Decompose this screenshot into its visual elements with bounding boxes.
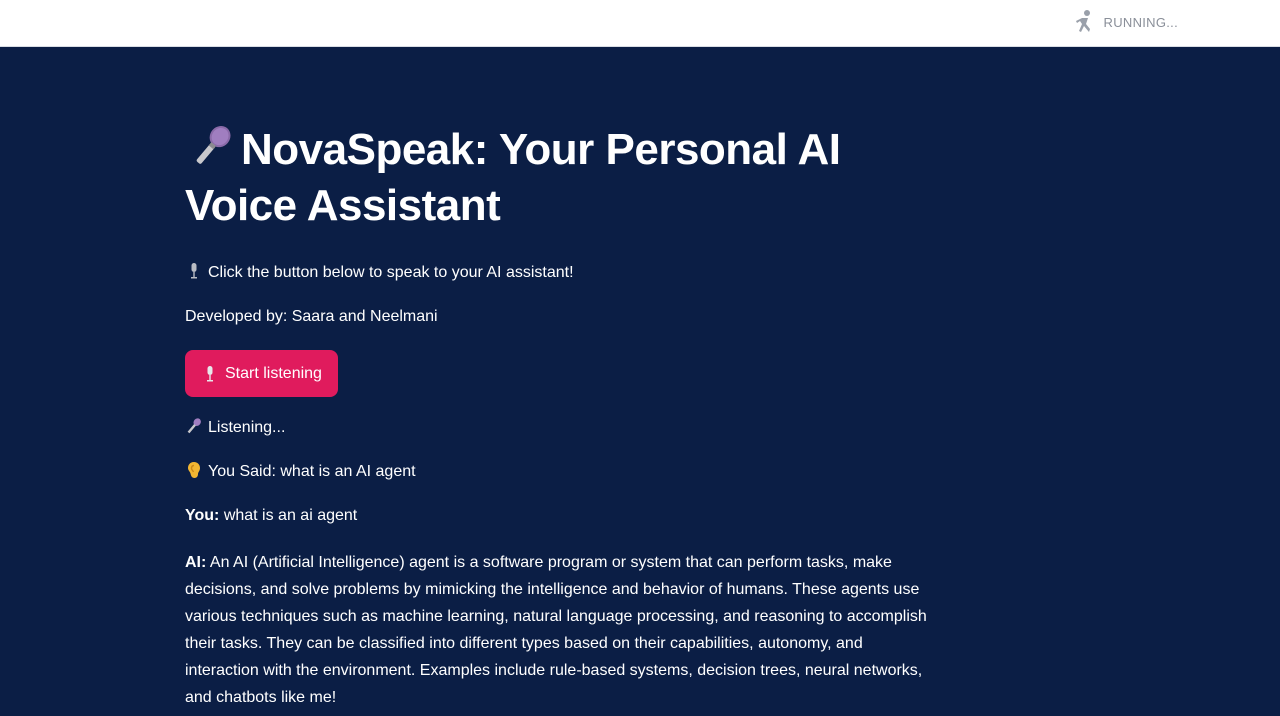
main-content: NovaSpeak: Your Personal AI Voice Assist… xyxy=(185,122,930,711)
instruction-text: Click the button below to speak to your … xyxy=(185,262,930,284)
user-message-label: You: xyxy=(185,507,220,524)
status-text: RUNNING... xyxy=(1103,14,1178,30)
developer-credit: Developed by: Saara and Neelmani xyxy=(185,308,438,325)
you-said-text: You Said: what is an AI agent xyxy=(208,463,416,480)
ai-response: AI: An AI (Artificial Intelligence) agen… xyxy=(185,549,930,711)
user-message-text: what is an ai agent xyxy=(223,507,358,524)
ai-response-text: An AI (Artificial Intelligence) agent is… xyxy=(185,554,927,706)
running-person-icon xyxy=(1075,10,1090,32)
listening-status: Listening... xyxy=(185,417,930,439)
you-said-line: You Said: what is an AI agent xyxy=(185,461,930,483)
microphone-icon xyxy=(187,418,201,434)
start-listening-button[interactable]: Start listening xyxy=(185,350,338,397)
user-message: You: what is an ai agent xyxy=(185,505,930,527)
listening-label: Listening... xyxy=(208,419,286,436)
top-toolbar: RUNNING... xyxy=(0,0,1280,47)
microphone-icon xyxy=(196,125,231,164)
ai-response-label: AI: xyxy=(185,554,207,571)
start-listening-label: Start listening xyxy=(225,364,322,382)
ear-icon xyxy=(188,462,200,478)
page-title: NovaSpeak: Your Personal AI Voice Assist… xyxy=(185,122,930,234)
page-title-text: NovaSpeak: Your Personal AI Voice Assist… xyxy=(185,125,841,230)
studio-microphone-icon xyxy=(191,263,197,279)
instruction-label: Click the button below to speak to your … xyxy=(208,264,574,281)
running-status: RUNNING... xyxy=(1074,9,1179,35)
studio-microphone-icon xyxy=(207,365,213,381)
